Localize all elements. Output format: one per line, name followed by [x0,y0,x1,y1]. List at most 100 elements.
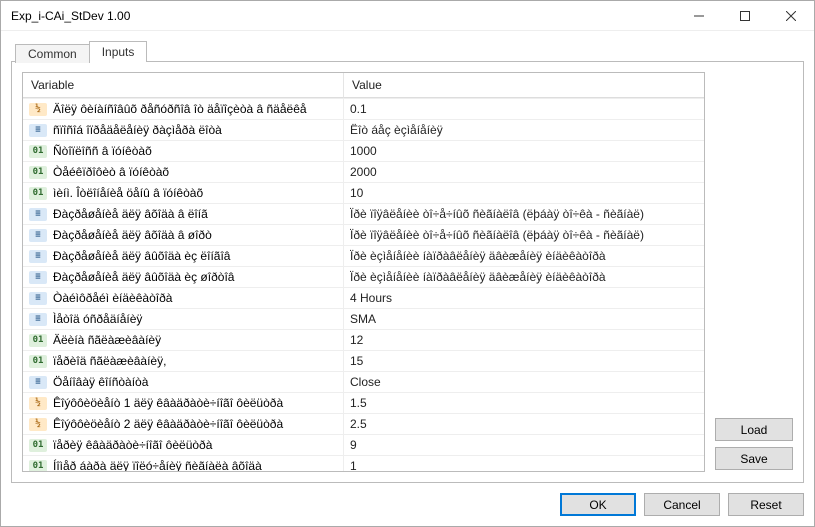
type-icon: 01 [29,166,47,179]
table-row[interactable]: ½ Êîýôôèöèåíò 1 äëÿ êâàäðàòè÷íîãî ôèëüòðà… [23,392,704,413]
variable-cell: 01Íîìåð áàðà äëÿ ïîëó÷åíèÿ ñèãíàëà âõîäà [23,455,343,471]
table-row[interactable]: 01 ïåðèîä ñãëàæèâàíèÿ, 15 [23,350,704,371]
load-button[interactable]: Load [715,418,793,441]
table-row[interactable]: ≡ Òàéìôðåéì èíäèêàòîðà 4 Hours [23,287,704,308]
variable-label: Äëèíà ñãëàæèâàíèÿ [53,333,161,347]
type-icon: ≡ [29,250,47,263]
tab-panel-inputs: Variable Value ½ Äîëÿ ôèíàíñîâûõ ðåñóðñîâ… [11,61,804,483]
variable-cell: ≡ ñïîñîá îïðåäåëåíèÿ ðàçìåðà ëîòà [23,119,343,140]
save-button[interactable]: Save [715,447,793,470]
variable-label: Òàéìôðåéì èíäèêàòîðà [53,291,172,305]
table-row[interactable]: 01 Äëèíà ñãëàæèâàíèÿ 12 [23,329,704,350]
table-row[interactable]: 01 Òåéêïðîôèò â ïóíêòàõ 2000 [23,161,704,182]
tab-inputs[interactable]: Inputs [89,41,148,62]
maximize-button[interactable] [722,1,768,30]
value-cell[interactable]: 15 [343,350,704,371]
variable-cell: ½Êîýôôèöèåíò 2 äëÿ êâàäðàòè÷íîãî ôèëüòðà [23,413,343,434]
table-body: ½ Äîëÿ ôèíàíñîâûõ ðåñóðñîâ îò äåïîçèòà â … [23,98,704,471]
titlebar: Exp_i-CAi_StDev 1.00 [1,1,814,31]
type-icon: ½ [29,397,47,410]
table-row[interactable]: ≡Ðàçðåøåíèå äëÿ âûõîäà èç øîðòîâÏðè èçìå… [23,266,704,287]
variable-cell: 01 Äëèíà ñãëàæèâàíèÿ [23,329,343,350]
variable-label: Êîýôôèöèåíò 2 äëÿ êâàäðàòè÷íîãî ôèëüòðà [53,417,283,431]
table-row[interactable]: ≡Ðàçðåøåíèå äëÿ âõîäà â ëîíãÏðè ïîÿâëåíè… [23,203,704,224]
value-cell[interactable]: 12 [343,329,704,350]
table-row[interactable]: ≡ ñïîñîá îïðåäåëåíèÿ ðàçìåðà ëîòà Ëîò áåç … [23,119,704,140]
tab-common[interactable]: Common [15,44,90,63]
variable-label: Òåéêïðîôèò â ïóíêòàõ [53,165,169,179]
variable-label: Ñòîïëîññ â ïóíêòàõ [53,144,152,158]
tab-strip: Common Inputs [11,39,804,61]
variable-label: Äîëÿ ôèíàíñîâûõ ðåñóðñîâ îò äåïîçèòà â ñ… [53,102,307,116]
table-row[interactable]: 01 Ñòîïëîññ â ïóíêòàõ 1000 [23,140,704,161]
variable-label: ìèíì. Îòëîíåíèå öåíû â ïóíêòàõ [53,186,203,200]
variable-label: Ðàçðåøåíèå äëÿ âõîäà â øîðò [53,228,212,242]
value-cell[interactable]: Ïðè ïîÿâëåíèè òî÷å÷íûõ ñèãíàëîâ (ëþáàÿ ò… [343,203,704,224]
type-icon: 01 [29,334,47,347]
variable-label: Ðàçðåøåíèå äëÿ âûõîäà èç ëîíãîâ [53,249,230,263]
type-icon: ½ [29,103,47,116]
variable-label: Êîýôôèöèåíò 1 äëÿ êâàäðàòè÷íîãî ôèëüòðà [53,396,283,410]
value-cell[interactable]: Close [343,371,704,392]
value-cell[interactable]: SMA [343,308,704,329]
value-cell[interactable]: 1 [343,455,704,471]
variable-label: Öåíîâàÿ êîíñòàíòà [53,375,148,389]
window-title: Exp_i-CAi_StDev 1.00 [11,9,676,23]
table-row[interactable]: ≡ Ðàçðåøåíèå äëÿ âõîäà â øîðò Ïðè ïîÿâëåíè… [23,224,704,245]
table-row[interactable]: ≡ Ðàçðåøåíèå äëÿ âûõîäà èç ëîíãîâ Ïðè èçìå… [23,245,704,266]
variable-label: ñïîñîá îïðåäåëåíèÿ ðàçìåðà ëîòà [53,123,222,137]
variable-cell: ≡ Ðàçðåøåíèå äëÿ âõîäà â øîðò [23,224,343,245]
value-cell[interactable]: 2.5 [343,413,704,434]
value-cell[interactable]: Ïðè èçìåíåíèè íàïðàâëåíèÿ äâèæåíèÿ èíäèê… [343,245,704,266]
type-icon: 01 [29,145,47,158]
type-icon: ≡ [29,229,47,242]
side-buttons: Load Save [715,72,793,472]
value-cell[interactable]: 1.5 [343,392,704,413]
variable-label: ïåðèîä ñãëàæèâàíèÿ, [53,354,166,368]
value-cell[interactable]: 2000 [343,161,704,182]
type-icon: 01 [29,187,47,200]
variable-cell: 01 Ñòîïëîññ â ïóíêòàõ [23,140,343,161]
variable-cell: ≡Ìåòîä óñðåäíåíèÿ [23,308,343,329]
table-row[interactable]: 01 ìèíì. Îòëîíåíèå öåíû â ïóíêòàõ 10 [23,182,704,203]
value-cell[interactable]: 4 Hours [343,287,704,308]
variable-cell: ≡ Òàéìôðåéì èíäèêàòîðà [23,287,343,308]
value-cell[interactable]: Ïðè èçìåíåíèè íàïðàâëåíèÿ äâèæåíèÿ èíäèê… [343,266,704,287]
variable-label: Íîìåð áàðà äëÿ ïîëó÷åíèÿ ñèãíàëà âõîäà [53,459,262,471]
type-icon: 01 [29,355,47,368]
inputs-table: Variable Value ½ Äîëÿ ôèíàíñîâûõ ðåñóðñîâ… [22,72,705,472]
value-cell[interactable]: 0.1 [343,98,704,119]
table-row[interactable]: ≡Ìåòîä óñðåäíåíèÿSMA [23,308,704,329]
table-row[interactable]: ½Êîýôôèöèåíò 2 äëÿ êâàäðàòè÷íîãî ôèëüòðà… [23,413,704,434]
close-button[interactable] [768,1,814,30]
variable-cell: ≡Ðàçðåøåíèå äëÿ âõîäà â ëîíã [23,203,343,224]
client-area: Common Inputs Variable Value ½ Äîëÿ ôèíàí… [1,31,814,526]
value-cell[interactable]: Ëîò áåç èçìåíåíèÿ [343,119,704,140]
reset-button[interactable]: Reset [728,493,804,516]
cancel-button[interactable]: Cancel [644,493,720,516]
variable-cell: ≡Ðàçðåøåíèå äëÿ âûõîäà èç øîðòîâ [23,266,343,287]
table-row[interactable]: 01Íîìåð áàðà äëÿ ïîëó÷åíèÿ ñèãíàëà âõîäà… [23,455,704,471]
table-row[interactable]: ≡ Öåíîâàÿ êîíñòàíòà Close [23,371,704,392]
value-cell[interactable]: 1000 [343,140,704,161]
variable-label: Ìåòîä óñðåäíåíèÿ [53,312,142,326]
type-icon: ≡ [29,292,47,305]
col-header-variable[interactable]: Variable [23,73,343,98]
type-icon: ≡ [29,376,47,389]
type-icon: ≡ [29,271,47,284]
variable-cell: 01 ïåðèîä ñãëàæèâàíèÿ, [23,350,343,371]
table-header-row: Variable Value [23,73,704,98]
variable-cell: 01 Òåéêïðîôèò â ïóíêòàõ [23,161,343,182]
col-header-value[interactable]: Value [343,73,704,98]
value-cell[interactable]: 10 [343,182,704,203]
variable-label: Ðàçðåøåíèå äëÿ âõîäà â ëîíã [53,207,208,221]
minimize-button[interactable] [676,1,722,30]
value-cell[interactable]: 9 [343,434,704,455]
value-cell[interactable]: Ïðè ïîÿâëåíèè òî÷å÷íûõ ñèãíàëîâ (ëþáàÿ ò… [343,224,704,245]
type-icon: ≡ [29,124,47,137]
table-row[interactable]: ½ Äîëÿ ôèíàíñîâûõ ðåñóðñîâ îò äåïîçèòà â … [23,98,704,119]
table-row[interactable]: 01 ïåðèÿ êâàäðàòè÷íîãî ôèëüòðà 9 [23,434,704,455]
variable-label: ïåðèÿ êâàäðàòè÷íîãî ôèëüòðà [53,438,212,452]
type-icon: 01 [29,439,47,452]
ok-button[interactable]: OK [560,493,636,516]
